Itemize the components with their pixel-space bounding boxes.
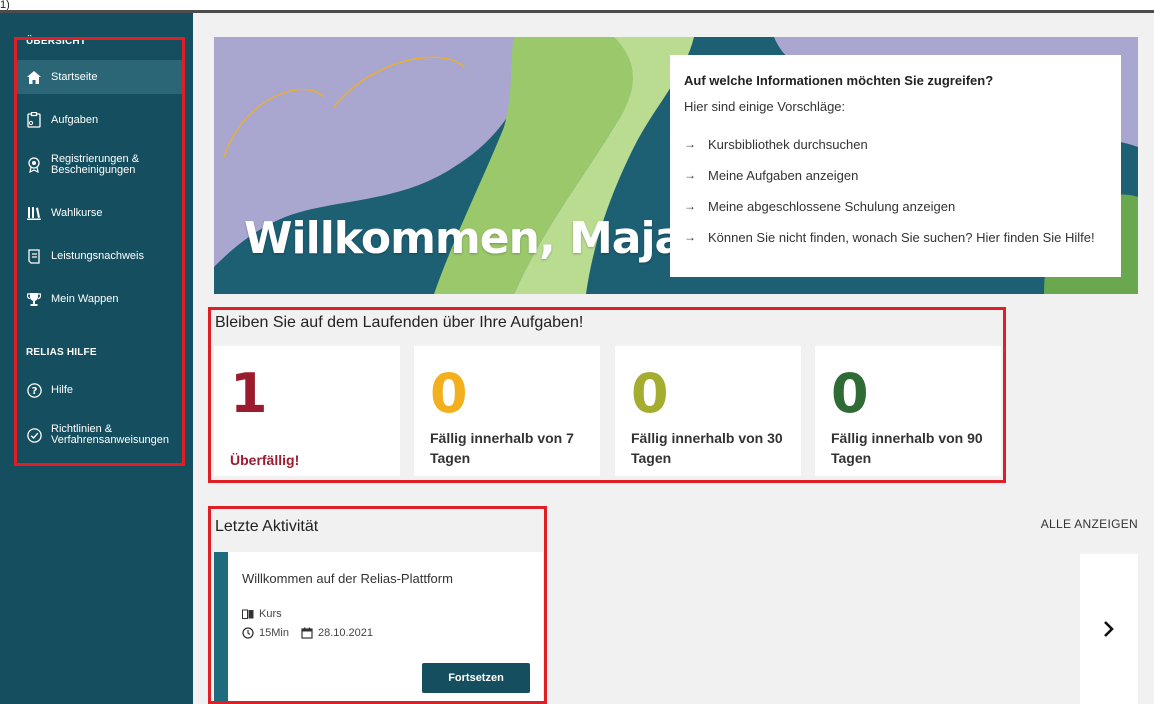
view-all-link[interactable]: ALLE ANZEIGEN xyxy=(1041,517,1138,531)
link-label: Meine Aufgaben anzeigen xyxy=(708,168,859,183)
sidebar: ÜBERSICHT Startseite Aufgaben Registrier… xyxy=(0,13,193,704)
arrow-right-icon: → xyxy=(684,199,696,213)
suggestions-card: Auf welche Informationen möchten Sie zug… xyxy=(670,55,1121,277)
suggestions-title: Auf welche Informationen möchten Sie zug… xyxy=(684,73,994,88)
link-label: Können Sie nicht finden, wonach Sie such… xyxy=(708,230,1095,245)
sidebar-item-label: Leistungsnachweis xyxy=(51,249,144,262)
sidebar-item-label: Wahlkurse xyxy=(51,206,103,219)
library-icon xyxy=(26,205,42,221)
home-icon xyxy=(26,69,42,85)
sidebar-item-richtlinien[interactable]: Richtlinien & Verfahrensanweisungen xyxy=(16,416,184,454)
arrow-right-icon: → xyxy=(684,137,696,151)
chevron-right-icon xyxy=(1104,621,1114,637)
clipboard-icon xyxy=(26,112,42,128)
link-label: Meine abgeschlossene Schulung anzeigen xyxy=(708,199,956,214)
suggestions-subtitle: Hier sind einige Vorschläge: xyxy=(684,99,846,114)
label-line: Bescheinigungen xyxy=(51,164,136,176)
sidebar-item-hilfe[interactable]: ? Hilfe xyxy=(16,373,184,407)
arrow-right-icon: → xyxy=(684,230,696,244)
help-icon: ? xyxy=(26,382,42,398)
svg-text:?: ? xyxy=(31,386,37,397)
main-content: Willkommen, Maja Auf welche Informatione… xyxy=(193,13,1154,704)
link-my-tasks[interactable]: → Meine Aufgaben anzeigen xyxy=(684,166,1107,185)
recent-highlight-frame xyxy=(208,506,547,704)
sidebar-item-label: Startseite xyxy=(51,70,98,83)
link-label: Kursbibliothek durchsuchen xyxy=(708,137,868,152)
arrow-right-icon: → xyxy=(684,168,696,182)
sidebar-item-startseite[interactable]: Startseite xyxy=(16,60,184,94)
sidebar-item-label: Hilfe xyxy=(51,383,74,396)
award-icon xyxy=(26,157,42,173)
sidebar-item-wappen[interactable]: Mein Wappen xyxy=(16,282,184,316)
sidebar-item-registrierungen[interactable]: Registrierungen & Bescheinigungen xyxy=(16,146,184,184)
sidebar-item-leistungsnachweis[interactable]: Leistungsnachweis xyxy=(16,239,184,273)
sidebar-item-wahlkurse[interactable]: Wahlkurse xyxy=(16,196,184,230)
tasks-highlight-frame xyxy=(208,307,1006,483)
label-line: Verfahrensanweisungen xyxy=(51,434,170,446)
sidebar-heading-overview: ÜBERSICHT xyxy=(26,36,87,47)
sidebar-item-label: Aufgaben xyxy=(51,113,99,126)
welcome-heading: Willkommen, Maja xyxy=(244,213,684,264)
sidebar-item-label: Richtlinien & Verfahrensanweisungen xyxy=(51,424,169,446)
trophy-icon xyxy=(26,291,42,307)
sidebar-item-label: Mein Wappen xyxy=(51,292,119,305)
sidebar-item-label: Registrierungen & Bescheinigungen xyxy=(51,154,139,176)
sidebar-heading-help: RELIAS HILFE xyxy=(26,347,97,358)
link-help[interactable]: → Können Sie nicht finden, wonach Sie suc… xyxy=(684,228,1107,247)
link-course-library[interactable]: → Kursbibliothek durchsuchen xyxy=(684,135,1107,154)
welcome-banner: Willkommen, Maja Auf welche Informatione… xyxy=(214,37,1138,294)
link-completed-training[interactable]: → Meine abgeschlossene Schulung anzeigen xyxy=(684,197,1107,216)
transcript-icon xyxy=(26,248,42,264)
check-circle-icon xyxy=(26,427,42,443)
carousel-next-button[interactable] xyxy=(1080,554,1138,704)
sidebar-item-aufgaben[interactable]: Aufgaben xyxy=(16,103,184,137)
